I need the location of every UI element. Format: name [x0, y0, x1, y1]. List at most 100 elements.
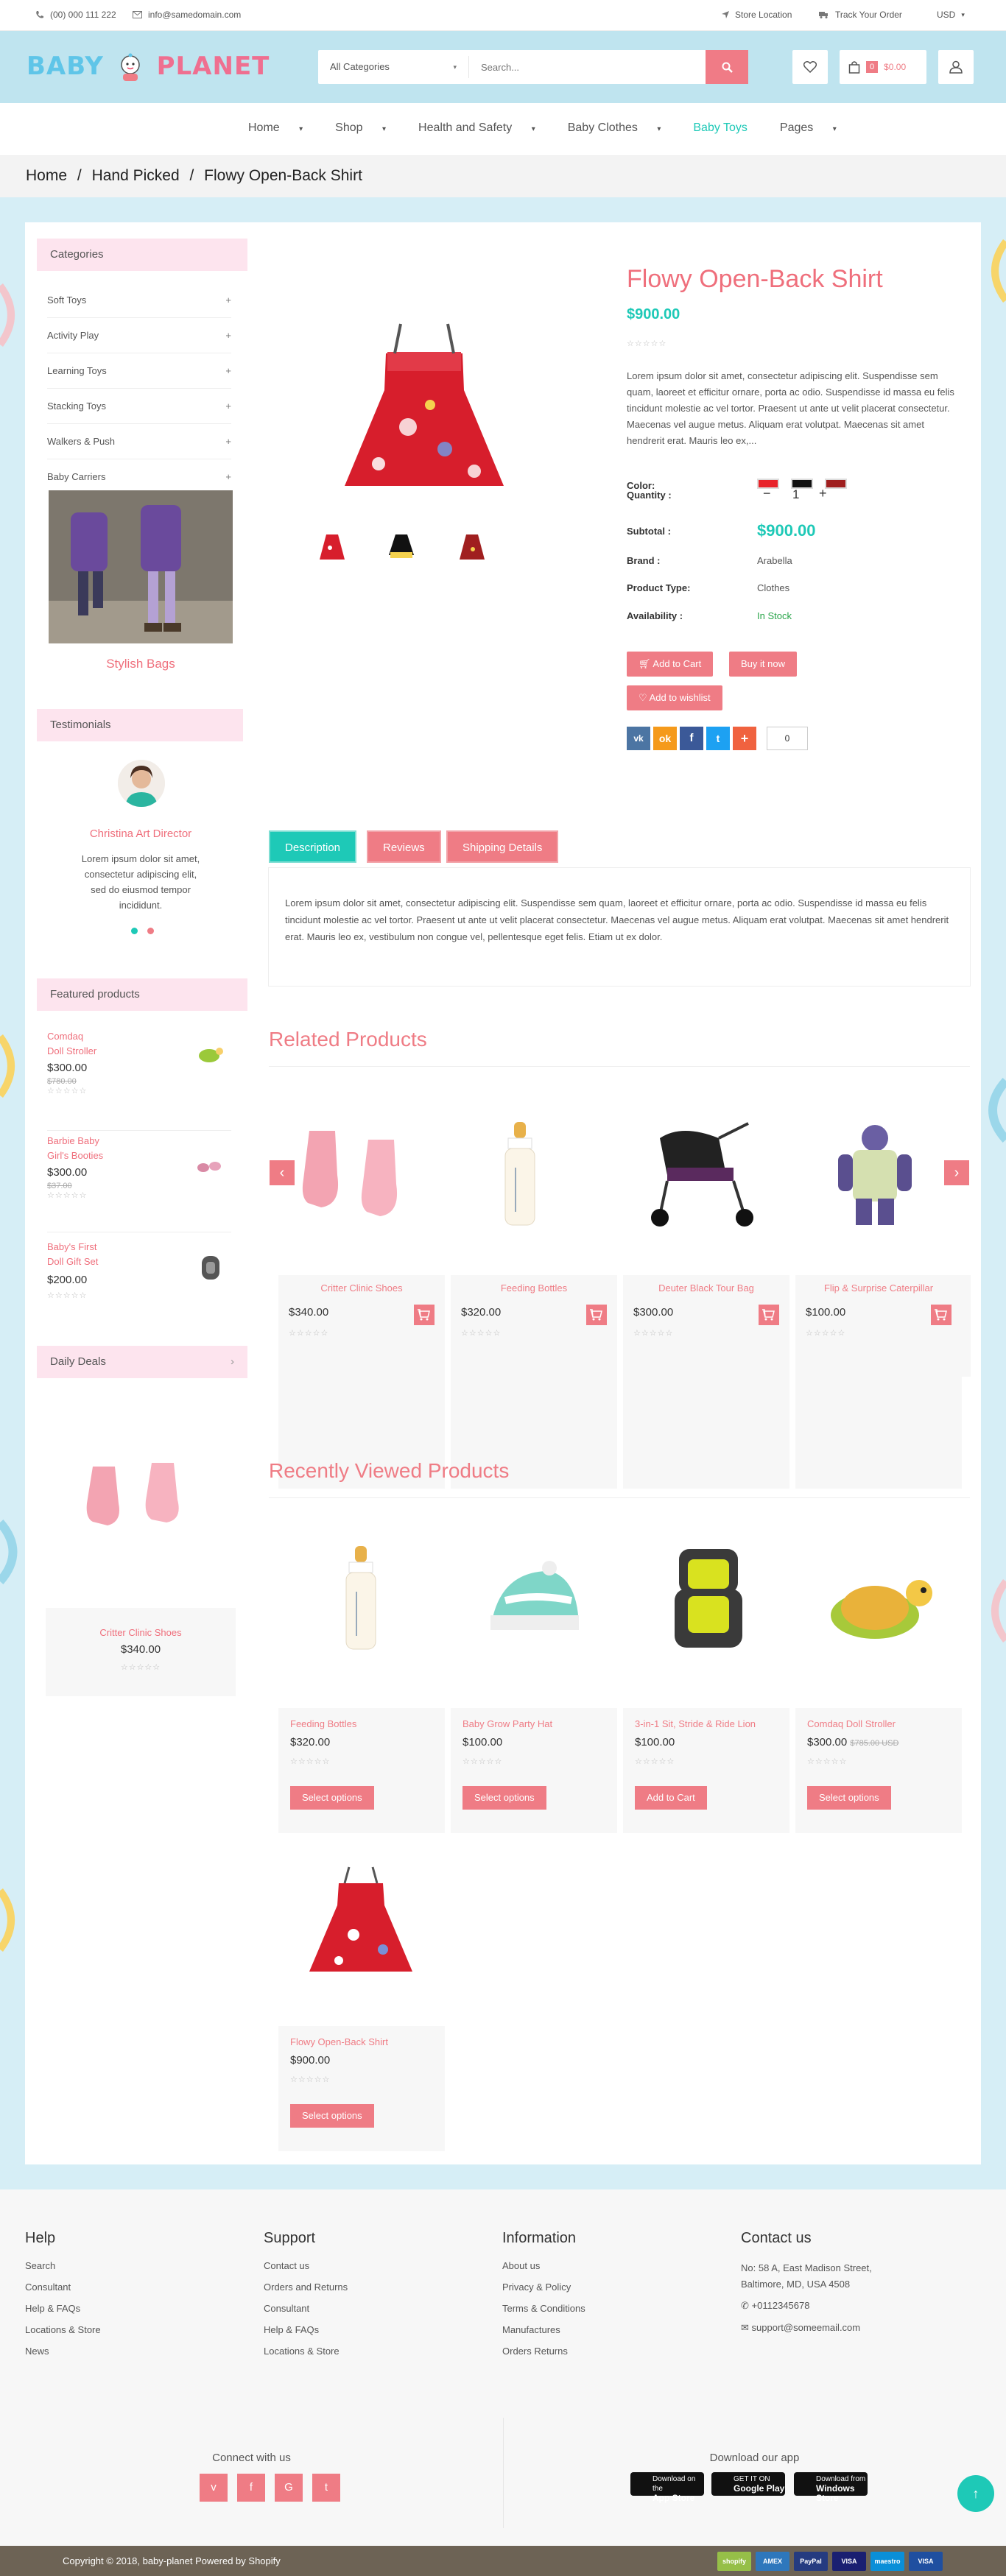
product-image-turtle[interactable] [816, 1542, 949, 1659]
product-thumbnail[interactable] [454, 530, 490, 562]
category-item[interactable]: Stacking Toys + [47, 389, 231, 424]
product-name[interactable]: Deuter Black Tour Bag [623, 1282, 789, 1294]
vimeo-icon[interactable]: v [200, 2474, 228, 2502]
quantity-increment[interactable]: + [819, 486, 827, 501]
category-item[interactable]: Baby Carriers + [47, 459, 231, 495]
account-button[interactable] [938, 50, 974, 84]
twitter-share-icon[interactable]: t [706, 727, 730, 750]
carousel-prev-button[interactable]: ‹ [270, 1160, 295, 1185]
add-to-cart-button[interactable]: 🛒︎ Add to Cart [627, 652, 714, 677]
app-store-badge[interactable]: Download on the App Store [630, 2472, 704, 2503]
add-to-wishlist-button[interactable]: ♡ Add to wishlist [627, 685, 722, 710]
select-options-button[interactable]: Select options [290, 1786, 374, 1810]
product-image-bottle[interactable] [464, 1116, 597, 1234]
featured-item[interactable]: Baby's First Doll Gift Set $200.00 ☆☆☆☆☆ [47, 1240, 231, 1321]
product-name[interactable]: Feeding Bottles [290, 1718, 356, 1729]
email-info[interactable]: info@samedomain.com [133, 10, 241, 20]
footer-link[interactable]: News [25, 2346, 101, 2357]
wishlist-button[interactable] [792, 50, 828, 84]
google-play-badge[interactable]: GET IT ON Google Play [711, 2472, 785, 2496]
brand-value[interactable]: Arabella [757, 555, 792, 566]
carousel-next-button[interactable]: › [944, 1160, 969, 1185]
category-item[interactable]: Learning Toys + [47, 353, 231, 389]
select-options-button[interactable]: Select options [290, 2104, 374, 2128]
nav-item-health-and-safety[interactable]: Health and Safety ▾ [418, 121, 552, 135]
footer-link[interactable]: Help & FAQs [25, 2303, 101, 2314]
windows-store-badge[interactable]: Download from Windows Store [794, 2472, 868, 2503]
footer-link[interactable]: Locations & Store [264, 2346, 348, 2357]
tumblr-icon[interactable]: t [312, 2474, 340, 2502]
add-to-cart-icon-button[interactable] [414, 1305, 435, 1325]
category-select[interactable]: All Categories ▾ [318, 56, 469, 78]
add-to-cart-icon-button[interactable] [931, 1305, 952, 1325]
deal-image[interactable] [49, 1452, 233, 1555]
nav-item-baby-toys[interactable]: Baby Toys [693, 121, 764, 135]
featured-item[interactable]: Comdaq Doll Stroller $300.00 $780.00 ☆☆☆☆… [47, 1029, 231, 1131]
product-image-car-seat[interactable] [642, 1542, 775, 1659]
nav-item-baby-clothes[interactable]: Baby Clothes ▾ [568, 121, 678, 135]
scroll-to-top-button[interactable]: ↑ [957, 2475, 994, 2512]
footer-link[interactable]: Consultant [264, 2303, 348, 2314]
deal-name[interactable]: Critter Clinic Shoes [46, 1627, 236, 1638]
add-to-cart-icon-button[interactable] [586, 1305, 607, 1325]
daily-deals-heading[interactable]: Daily Deals › [37, 1346, 247, 1378]
product-main-image[interactable] [327, 294, 521, 501]
stylish-bags-title[interactable]: Stylish Bags [49, 657, 233, 671]
footer-link[interactable]: About us [502, 2260, 585, 2271]
footer-link[interactable]: Manufactures [502, 2324, 585, 2335]
vk-share-icon[interactable]: vk [627, 727, 650, 750]
tab-description[interactable]: Description [269, 830, 357, 863]
search-button[interactable] [706, 50, 748, 84]
select-options-button[interactable]: Select options [807, 1786, 891, 1810]
featured-item[interactable]: Barbie Baby Girl's Booties $300.00 $37.00… [47, 1134, 231, 1232]
footer-link[interactable]: Contact us [264, 2260, 348, 2271]
product-thumbnail[interactable] [383, 530, 420, 562]
google-plus-icon[interactable]: G [275, 2474, 303, 2502]
breadcrumb-home[interactable]: Home [26, 167, 67, 184]
footer-link[interactable]: Locations & Store [25, 2324, 101, 2335]
facebook-icon[interactable]: f [237, 2474, 265, 2502]
currency-selector[interactable]: USD ▾ [937, 10, 965, 20]
product-name[interactable]: Feeding Bottles [451, 1282, 617, 1294]
footer-link[interactable]: Search [25, 2260, 101, 2271]
footer-link[interactable]: Terms & Conditions [502, 2303, 585, 2314]
nav-item-shop[interactable]: Shop ▾ [335, 121, 402, 135]
color-swatch-maroon[interactable] [825, 479, 847, 489]
quantity-decrement[interactable]: − [763, 486, 771, 501]
select-options-button[interactable]: Select options [462, 1786, 546, 1810]
nav-item-pages[interactable]: Pages ▾ [780, 121, 853, 135]
tab-shipping-details[interactable]: Shipping Details [446, 830, 559, 863]
product-image-bottle[interactable] [295, 1542, 427, 1659]
rating-stars[interactable]: ☆☆☆☆☆ [627, 339, 666, 348]
track-order-link[interactable]: Track Your Order [819, 10, 902, 20]
category-item[interactable]: Walkers & Push + [47, 424, 231, 459]
store-location-link[interactable]: Store Location [722, 10, 792, 20]
facebook-share-icon[interactable]: f [680, 727, 703, 750]
carousel-dot[interactable] [147, 928, 154, 934]
product-name[interactable]: Baby Grow Party Hat [462, 1718, 552, 1729]
cart-button[interactable]: 0 $0.00 [840, 50, 926, 84]
footer-link[interactable]: Privacy & Policy [502, 2282, 585, 2293]
odnoklassniki-share-icon[interactable]: ok [653, 727, 677, 750]
buy-now-button[interactable]: Buy it now [729, 652, 797, 677]
footer-link[interactable]: Orders and Returns [264, 2282, 348, 2293]
footer-link[interactable]: Help & FAQs [264, 2324, 348, 2335]
product-image-snowsuit[interactable] [809, 1116, 941, 1234]
product-thumbnail[interactable] [314, 530, 351, 562]
product-name[interactable]: 3-in-1 Sit, Stride & Ride Lion [635, 1718, 756, 1729]
logo[interactable]: BABY PLANET [27, 52, 270, 82]
product-name[interactable]: Comdaq Doll Stroller [807, 1718, 896, 1729]
more-share-icon[interactable]: + [733, 727, 756, 750]
footer-link[interactable]: Consultant [25, 2282, 101, 2293]
product-image-hat[interactable] [468, 1542, 601, 1659]
product-image-dress[interactable] [295, 1861, 427, 1979]
breadcrumb-parent[interactable]: Hand Picked [92, 167, 180, 184]
product-name[interactable]: Critter Clinic Shoes [278, 1282, 445, 1294]
carousel-dot-active[interactable] [131, 928, 138, 934]
add-to-cart-icon-button[interactable] [759, 1305, 779, 1325]
add-to-cart-button[interactable]: Add to Cart [635, 1786, 707, 1810]
footer-phone[interactable]: ✆ +0112345678 [741, 2300, 872, 2312]
stylish-bags-banner[interactable] [49, 490, 233, 643]
product-image-stroller[interactable] [638, 1116, 770, 1234]
search-input[interactable] [469, 52, 706, 82]
